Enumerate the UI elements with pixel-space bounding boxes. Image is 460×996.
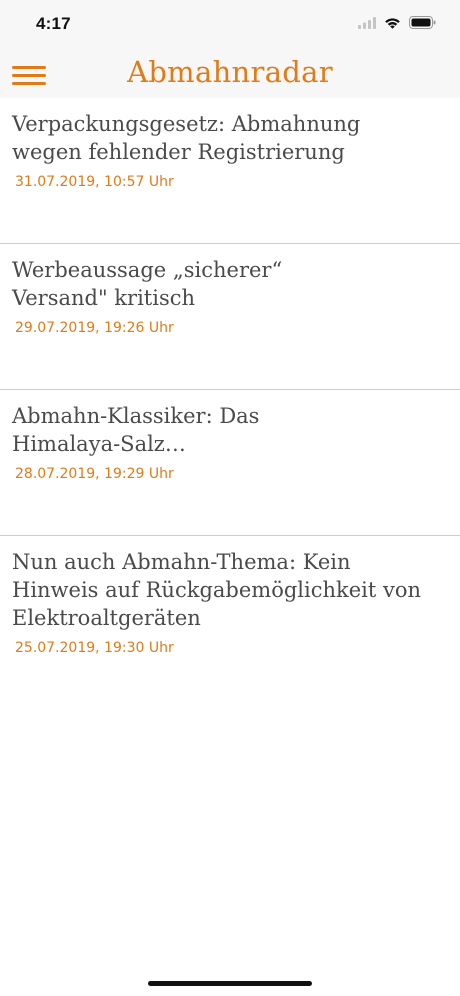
article-item[interactable]: Abmahn-Klassiker: Das Himalaya-Salz… 28.… [0,390,460,536]
article-list: Verpackungsgesetz: Abmahnung wegen fehle… [0,98,460,682]
signal-icon [358,16,376,29]
nav-bar: Abmahnradar [0,50,460,98]
article-date: 28.07.2019, 19:29 Uhr [15,466,174,482]
article-title-line: Elektroaltgeräten [12,606,201,630]
article-title: Werbeaussage „sicherer“ Versand" kritisc… [12,256,452,312]
battery-icon [409,16,436,29]
article-date: 31.07.2019, 10:57 Uhr [15,174,174,190]
home-indicator[interactable] [148,981,312,986]
wifi-icon [385,17,400,29]
status-time: 4:17 [36,14,71,33]
article-date: 29.07.2019, 19:26 Uhr [15,320,174,336]
status-bar: 4:17 [0,0,460,50]
article-title: Abmahn-Klassiker: Das Himalaya-Salz… [12,402,452,458]
status-icons [358,16,436,29]
article-item[interactable]: Nun auch Abmahn-Thema: Kein Hinweis auf … [0,536,460,682]
article-title-line: Abmahn-Klassiker: Das [12,404,260,428]
article-title: Verpackungsgesetz: Abmahnung wegen fehle… [12,110,452,166]
app-title: Abmahnradar [127,55,333,89]
article-date: 25.07.2019, 19:30 Uhr [15,640,174,656]
article-title-line: wegen fehlender Registrierung [12,140,345,164]
article-item[interactable]: Verpackungsgesetz: Abmahnung wegen fehle… [0,98,460,244]
article-title-line: Nun auch Abmahn-Thema: Kein [12,550,351,574]
article-title-line: Himalaya-Salz… [12,432,186,456]
article-title-line: Werbeaussage „sicherer“ [12,258,283,282]
article-title-line: Verpackungsgesetz: Abmahnung [12,112,361,136]
article-title-line: Versand" kritisch [12,286,196,310]
article-title: Nun auch Abmahn-Thema: Kein Hinweis auf … [12,548,452,632]
article-item[interactable]: Werbeaussage „sicherer“ Versand" kritisc… [0,244,460,390]
article-title-line: Hinweis auf Rückgabemöglichkeit von [12,578,422,602]
